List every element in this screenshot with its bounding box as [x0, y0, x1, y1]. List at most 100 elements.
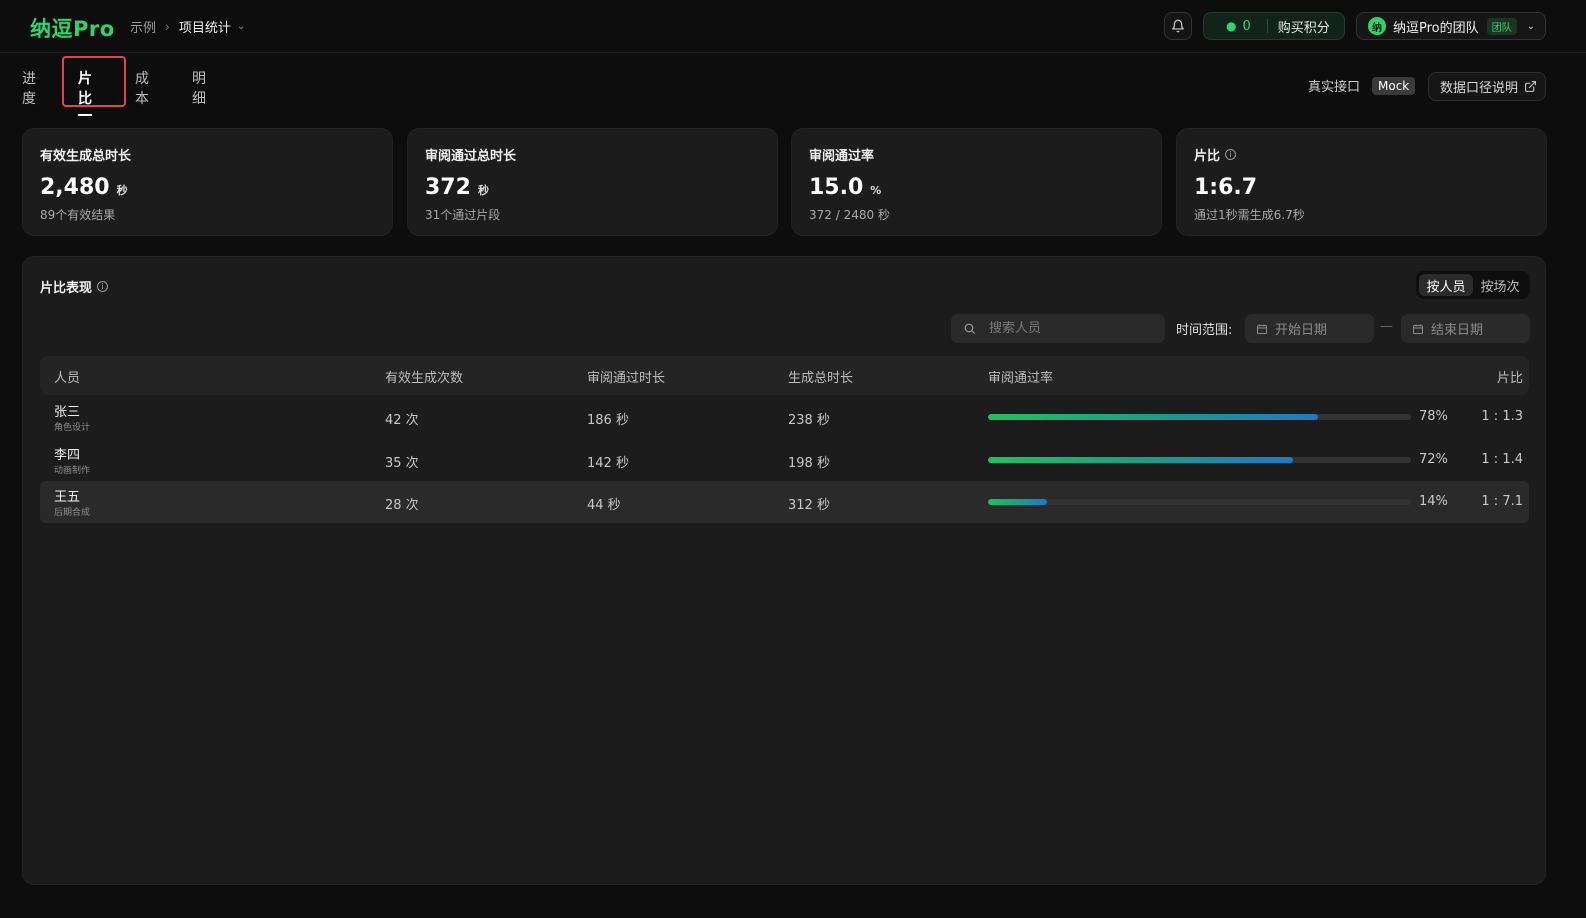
column-header-person[interactable]: 人员 — [54, 367, 80, 386]
data-source-toggle: 真实接口 Mock — [1308, 76, 1416, 95]
card-title: 审阅通过率 — [809, 149, 875, 164]
card-unit: 秒 — [477, 184, 489, 197]
data-definition-button[interactable]: 数据口径说明 — [1428, 72, 1546, 101]
table-row[interactable]: 李四 动画制作 35 次 142 秒 198 秒 72% 1 : 1.4 — [40, 439, 1529, 481]
pass-rate-bar — [988, 457, 1411, 463]
card-title: 审阅通过总时长 — [425, 149, 517, 164]
end-date-picker[interactable]: 结束日期 — [1401, 314, 1530, 343]
tab-detail[interactable]: 明细 — [192, 68, 206, 108]
app-logo[interactable]: 纳逗Pro — [30, 13, 115, 43]
person-role: 后期合成 — [54, 508, 91, 518]
person-name: 李四 — [54, 448, 81, 463]
start-date-placeholder: 开始日期 — [1275, 323, 1328, 338]
card-subtitle: 通过1秒需生成6.7秒 — [1194, 208, 1305, 222]
column-header-count[interactable]: 有效生成次数 — [385, 367, 463, 386]
person-name: 王五 — [54, 490, 81, 505]
card-value-number: 372 — [425, 175, 471, 200]
total-duration: 238 秒 — [788, 413, 830, 428]
card-title: 有效生成总时长 — [40, 149, 132, 164]
search-icon — [964, 323, 975, 334]
generation-count: 28 次 — [385, 498, 419, 513]
breadcrumb-item-project-stats[interactable]: 项目统计 — [179, 17, 231, 36]
card-unit: % — [870, 184, 882, 197]
tab-progress[interactable]: 进度 — [22, 68, 36, 108]
pass-rate-fill — [988, 414, 1318, 420]
table-header: 人员 有效生成次数 审阅通过时长 生成总时长 审阅通过率 片比 — [40, 356, 1529, 395]
group-by-scene[interactable]: 按场次 — [1473, 274, 1527, 296]
bell-icon — [1172, 19, 1184, 33]
column-header-ratio[interactable]: 片比 — [1497, 367, 1523, 386]
group-by-person[interactable]: 按人员 — [1419, 274, 1473, 296]
card-value-number: 1:6.7 — [1194, 175, 1258, 200]
card-value: 1:6.7 — [1194, 175, 1529, 200]
generation-count: 42 次 — [385, 413, 419, 428]
pass-rate-value: 14% — [1419, 494, 1448, 509]
chevron-right-icon: › — [165, 19, 170, 34]
team-name: 纳逗Pro的团队 — [1393, 20, 1479, 36]
divider — [1266, 19, 1268, 33]
stat-card-passed-duration: 审阅通过总时长 372 秒 31个通过片段 — [407, 128, 778, 236]
pass-rate-fill — [988, 457, 1293, 463]
column-header-passed[interactable]: 审阅通过时长 — [587, 367, 665, 386]
chevron-down-icon[interactable]: ⌄ — [237, 21, 245, 32]
pass-rate-value: 72% — [1419, 452, 1448, 467]
pass-rate-bar — [988, 414, 1411, 420]
breadcrumb: 示例 › 项目统计 ⌄ — [130, 17, 245, 37]
time-range-label: 时间范围: — [1176, 323, 1233, 338]
card-title-text: 片比 — [1194, 149, 1221, 164]
person-role: 动画制作 — [54, 466, 91, 476]
real-api-option[interactable]: 真实接口 — [1308, 76, 1360, 95]
tab-cost[interactable]: 成本 — [135, 68, 149, 108]
card-title: 片比 i — [1194, 145, 1529, 164]
search-input[interactable] — [989, 321, 1149, 336]
card-value: 2,480 秒 — [40, 175, 375, 200]
pass-rate-bar — [988, 499, 1411, 505]
group-by-toggle: 按人员 按场次 — [1416, 271, 1530, 299]
panel-title: 片比表现 i — [40, 277, 109, 296]
card-unit: 秒 — [116, 184, 128, 197]
top-bar: 纳逗Pro 示例 › 项目统计 ⌄ ● 0 购买积分 纳 纳逗Pro的团队 团队… — [0, 0, 1586, 53]
shooting-ratio: 1 : 1.4 — [1481, 452, 1523, 467]
notification-button[interactable] — [1164, 12, 1192, 40]
total-duration: 198 秒 — [788, 456, 830, 471]
buy-credits-button[interactable]: 购买积分 — [1278, 17, 1330, 36]
team-badge: 团队 — [1486, 17, 1517, 35]
calendar-icon — [1413, 324, 1423, 334]
mock-option[interactable]: Mock — [1372, 76, 1416, 95]
card-value: 15.0% — [809, 175, 1144, 200]
passed-duration: 44 秒 — [587, 498, 621, 513]
card-value-number: 2,480 — [40, 175, 110, 200]
search-box — [951, 314, 1165, 343]
info-icon[interactable]: i — [1225, 149, 1237, 160]
external-link-icon — [1525, 81, 1536, 92]
passed-duration: 142 秒 — [587, 456, 629, 471]
credits-widget[interactable]: ● 0 购买积分 — [1203, 12, 1345, 40]
date-range-separator: — — [1380, 319, 1393, 334]
team-switcher[interactable]: 纳 纳逗Pro的团队 团队 ⌄ — [1356, 12, 1546, 40]
table-row[interactable]: 张三 角色设计 42 次 186 秒 238 秒 78% 1 : 1.3 — [40, 396, 1529, 438]
calendar-icon — [1257, 324, 1267, 334]
shooting-ratio: 1 : 1.3 — [1481, 409, 1523, 424]
card-subtitle: 31个通过片段 — [425, 208, 501, 222]
column-header-rate[interactable]: 审阅通过率 — [988, 367, 1053, 386]
start-date-picker[interactable]: 开始日期 — [1245, 314, 1374, 343]
pass-rate-value: 78% — [1419, 409, 1448, 424]
stat-card-valid-duration: 有效生成总时长 2,480 秒 89个有效结果 — [22, 128, 393, 236]
end-date-placeholder: 结束日期 — [1431, 323, 1484, 338]
table-row[interactable]: 王五 后期合成 28 次 44 秒 312 秒 14% 1 : 7.1 — [40, 481, 1529, 523]
person-role: 角色设计 — [54, 423, 91, 433]
ratio-performance-panel: 片比表现 i 按人员 按场次 时间范围: 开始日期 — 结束日期 人员 有效生成… — [22, 256, 1546, 885]
info-icon[interactable]: i — [97, 281, 109, 292]
generation-count: 35 次 — [385, 456, 419, 471]
bean-icon: ● — [1226, 19, 1237, 33]
data-definition-label: 数据口径说明 — [1440, 81, 1519, 96]
shooting-ratio: 1 : 7.1 — [1481, 494, 1523, 509]
stat-card-ratio: 片比 i 1:6.7 通过1秒需生成6.7秒 — [1176, 128, 1547, 236]
credits-count: 0 — [1242, 18, 1251, 34]
card-value: 372 秒 — [425, 175, 760, 200]
card-value-number: 15.0 — [809, 175, 864, 200]
column-header-total[interactable]: 生成总时长 — [788, 367, 853, 386]
breadcrumb-item-example[interactable]: 示例 — [130, 17, 156, 36]
team-avatar: 纳 — [1368, 17, 1386, 35]
person-name: 张三 — [54, 405, 81, 420]
